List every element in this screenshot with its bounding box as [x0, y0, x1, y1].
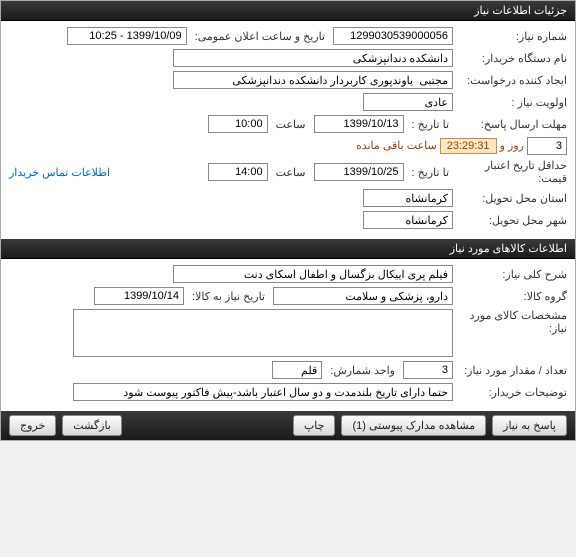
need-date-label: تاریخ نیاز به کالا: — [188, 290, 269, 303]
priority-label: اولویت نیاز : — [457, 96, 567, 109]
section2-body: شرح کلی نیاز: گروه کالا: تاریخ نیاز به ک… — [1, 259, 575, 411]
attachments-button[interactable]: مشاهده مدارک پیوستی (1) — [341, 415, 486, 436]
desc-label: شرح کلی نیاز: — [457, 268, 567, 281]
to-date-label: تا تاریخ : — [408, 118, 453, 131]
hour-label-1: ساعت — [272, 118, 310, 131]
spec-field[interactable] — [73, 309, 453, 357]
page-container: جزئیات اطلاعات نیاز شماره نیاز: تاریخ و … — [0, 0, 576, 441]
hour-label-2: ساعت — [272, 166, 310, 179]
print-button[interactable]: چاپ — [293, 415, 336, 436]
min-credit-label: حداقل تاریخ اعتبار قیمت: — [457, 159, 567, 185]
announce-label: تاریخ و ساعت اعلان عمومی: — [191, 30, 329, 43]
need-no-label: شماره نیاز: — [457, 30, 567, 43]
buyer-label: نام دستگاه خریدار: — [457, 52, 567, 65]
buyer-field[interactable] — [173, 49, 453, 67]
to-date-label-2: تا تاریخ : — [408, 166, 453, 179]
unit-field[interactable] — [272, 361, 322, 379]
need-no-field[interactable] — [333, 27, 453, 45]
deadline-label: مهلت ارسال پاسخ: — [457, 118, 567, 131]
note-label: توضیحات خریدار: — [457, 386, 567, 399]
back-button[interactable]: بازگشت — [62, 415, 122, 436]
exit-button[interactable]: خروج — [9, 415, 56, 436]
remain-suffix: ساعت باقی مانده — [356, 140, 437, 152]
to-time-field[interactable] — [208, 115, 268, 133]
section1-body: شماره نیاز: تاریخ و ساعت اعلان عمومی: نا… — [1, 21, 575, 239]
group-field[interactable] — [273, 287, 453, 305]
province-label: استان محل تحویل: — [457, 192, 567, 205]
group-label: گروه کالا: — [457, 290, 567, 303]
section2-title: اطلاعات کالاهای مورد نیاز — [450, 243, 567, 255]
spec-label: مشخصات کالای مورد نیاز: — [457, 309, 567, 335]
city-field[interactable] — [363, 211, 453, 229]
days-word: روز و — [500, 140, 524, 152]
reply-button[interactable]: پاسخ به نیاز — [492, 415, 567, 436]
unit-label: واحد شمارش: — [326, 364, 399, 377]
remaining-time: روز و 23:29:31 ساعت باقی مانده — [356, 137, 567, 155]
days-left-field[interactable] — [527, 137, 567, 155]
section2-header: اطلاعات کالاهای مورد نیاز — [1, 239, 575, 259]
min-to-time-field[interactable] — [208, 163, 268, 181]
qty-label: تعداد / مقدار مورد نیاز: — [457, 364, 567, 377]
priority-field[interactable] — [363, 93, 453, 111]
to-date-field[interactable] — [314, 115, 404, 133]
need-date-field[interactable] — [94, 287, 184, 305]
desc-field[interactable] — [173, 265, 453, 283]
section1-title: جزئیات اطلاعات نیاز — [474, 5, 567, 17]
note-field[interactable] — [73, 383, 453, 401]
creator-label: ایجاد کننده درخواست: — [457, 74, 567, 87]
button-bar: پاسخ به نیاز مشاهده مدارک پیوستی (1) چاپ… — [1, 411, 575, 440]
min-to-date-field[interactable] — [314, 163, 404, 181]
announce-field[interactable] — [67, 27, 187, 45]
city-label: شهر محل تحویل: — [457, 214, 567, 227]
contact-link[interactable]: اطلاعات تماس خریدار — [9, 166, 110, 179]
qty-field[interactable] — [403, 361, 453, 379]
section1-header: جزئیات اطلاعات نیاز — [1, 1, 575, 21]
province-field[interactable] — [363, 189, 453, 207]
creator-field[interactable] — [173, 71, 453, 89]
time-left-box: 23:29:31 — [440, 138, 497, 154]
